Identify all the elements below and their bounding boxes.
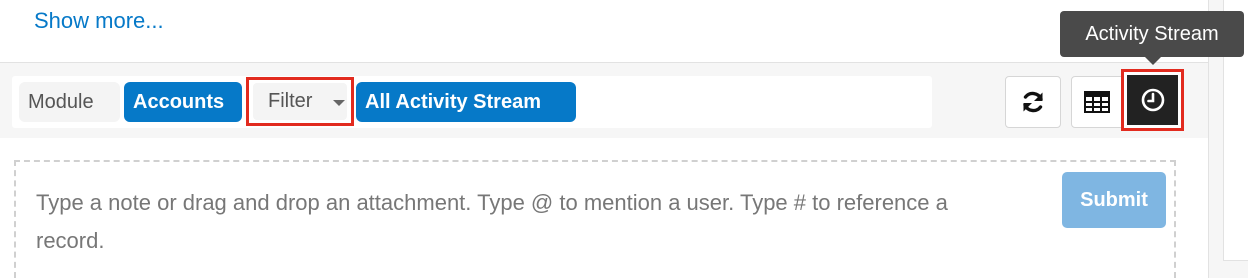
note-composer[interactable]: Type a note or drag and drop an attachme… bbox=[14, 160, 1176, 278]
composer-placeholder[interactable]: Type a note or drag and drop an attachme… bbox=[36, 184, 1016, 260]
table-icon bbox=[1084, 91, 1110, 113]
list-view-button[interactable] bbox=[1071, 76, 1123, 128]
module-label: Module bbox=[19, 82, 120, 122]
filter-label: Filter bbox=[268, 90, 313, 112]
tooltip-arrow bbox=[1145, 57, 1161, 65]
show-more-link[interactable]: Show more... bbox=[34, 8, 164, 34]
filter-pill-all-activity-stream[interactable]: All Activity Stream bbox=[356, 82, 576, 122]
clock-icon bbox=[1141, 88, 1164, 112]
filter-dropdown-button[interactable]: Filter bbox=[246, 77, 354, 126]
module-pill-accounts[interactable]: Accounts bbox=[124, 82, 242, 122]
refresh-icon bbox=[1023, 91, 1043, 113]
refresh-button[interactable] bbox=[1005, 76, 1061, 128]
tooltip-text: Activity Stream bbox=[1085, 23, 1219, 45]
submit-button[interactable]: Submit bbox=[1062, 172, 1166, 228]
activity-stream-tooltip: Activity Stream bbox=[1060, 11, 1244, 65]
activity-stream-view-button[interactable] bbox=[1121, 69, 1184, 131]
caret-down-icon bbox=[333, 100, 345, 106]
